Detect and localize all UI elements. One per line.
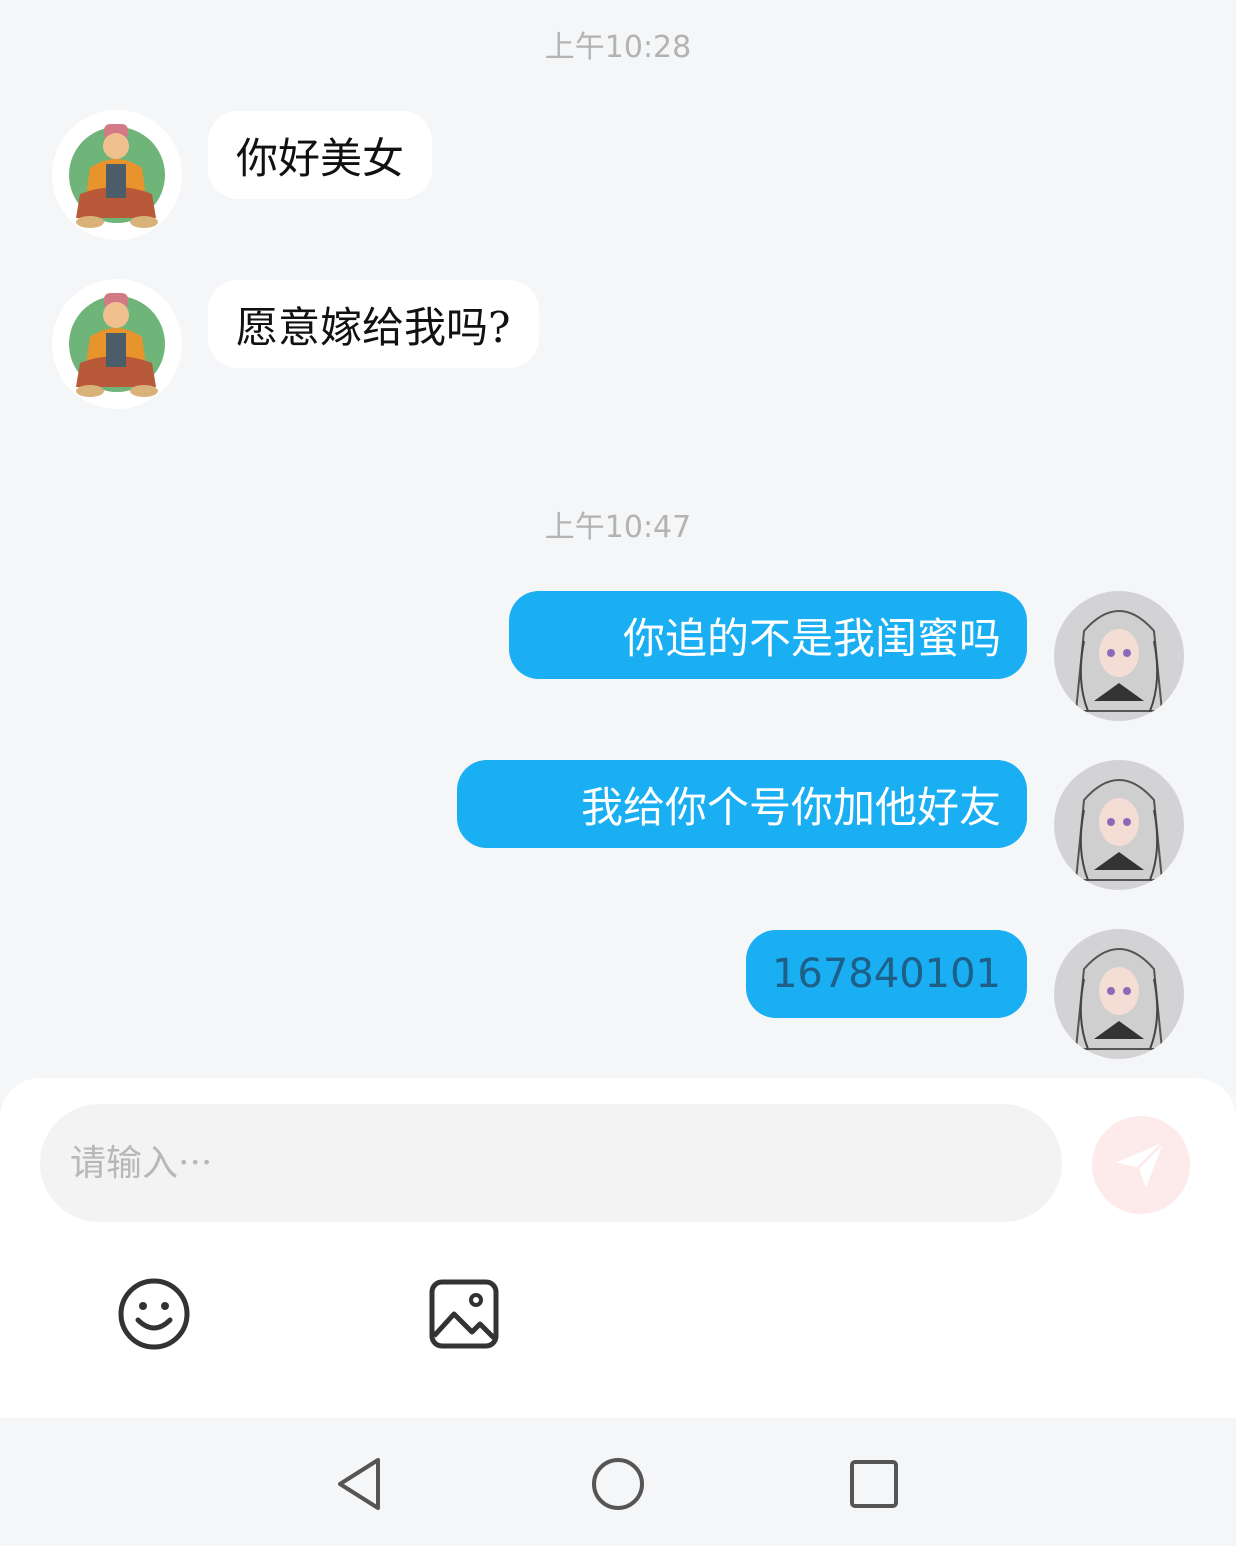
circle-home-icon xyxy=(592,1458,644,1510)
contact-avatar[interactable] xyxy=(52,110,182,240)
my-avatar-image xyxy=(1074,610,1164,712)
emoji-button[interactable] xyxy=(114,1274,194,1354)
nav-home-button[interactable] xyxy=(586,1452,650,1516)
contact-avatar-image xyxy=(69,124,165,228)
message-bubble-incoming[interactable]: 愿意嫁给我吗? xyxy=(208,280,539,368)
my-avatar[interactable] xyxy=(1054,760,1184,890)
paper-plane-icon xyxy=(1116,1141,1165,1188)
message-bubble-outgoing[interactable]: 你追的不是我闺蜜吗 xyxy=(509,591,1027,679)
triangle-back-icon xyxy=(338,1458,380,1510)
timestamp: 上午10:47 xyxy=(544,510,692,545)
square-recents-icon xyxy=(850,1460,898,1508)
my-avatar[interactable] xyxy=(1054,591,1184,721)
message-input[interactable] xyxy=(40,1104,1062,1222)
message-bubble-outgoing[interactable]: 167840101 xyxy=(745,930,1027,1018)
my-avatar[interactable] xyxy=(1054,929,1184,1059)
my-avatar-image xyxy=(1074,779,1164,881)
message-bubble-incoming[interactable]: 你好美女 xyxy=(208,111,433,199)
message-bubble-outgoing[interactable]: 我给你个号你加他好友 xyxy=(457,760,1027,848)
image-button[interactable] xyxy=(424,1274,504,1354)
my-avatar-image xyxy=(1074,948,1164,1050)
contact-avatar-image xyxy=(69,293,165,397)
chat-area: 上午10:28 你好美女 愿意嫁给我吗? 上午10:47 你追的不是我闺蜜吗 我… xyxy=(0,0,1236,1080)
nav-recents-button[interactable] xyxy=(842,1452,906,1516)
nav-back-button[interactable] xyxy=(328,1452,392,1516)
image-icon xyxy=(429,1279,499,1349)
smiley-icon xyxy=(118,1278,190,1350)
contact-avatar[interactable] xyxy=(52,279,182,409)
composer-panel xyxy=(0,1078,1236,1418)
timestamp: 上午10:28 xyxy=(544,30,692,65)
system-navigation-bar xyxy=(0,1418,1236,1546)
send-button[interactable] xyxy=(1092,1116,1190,1214)
